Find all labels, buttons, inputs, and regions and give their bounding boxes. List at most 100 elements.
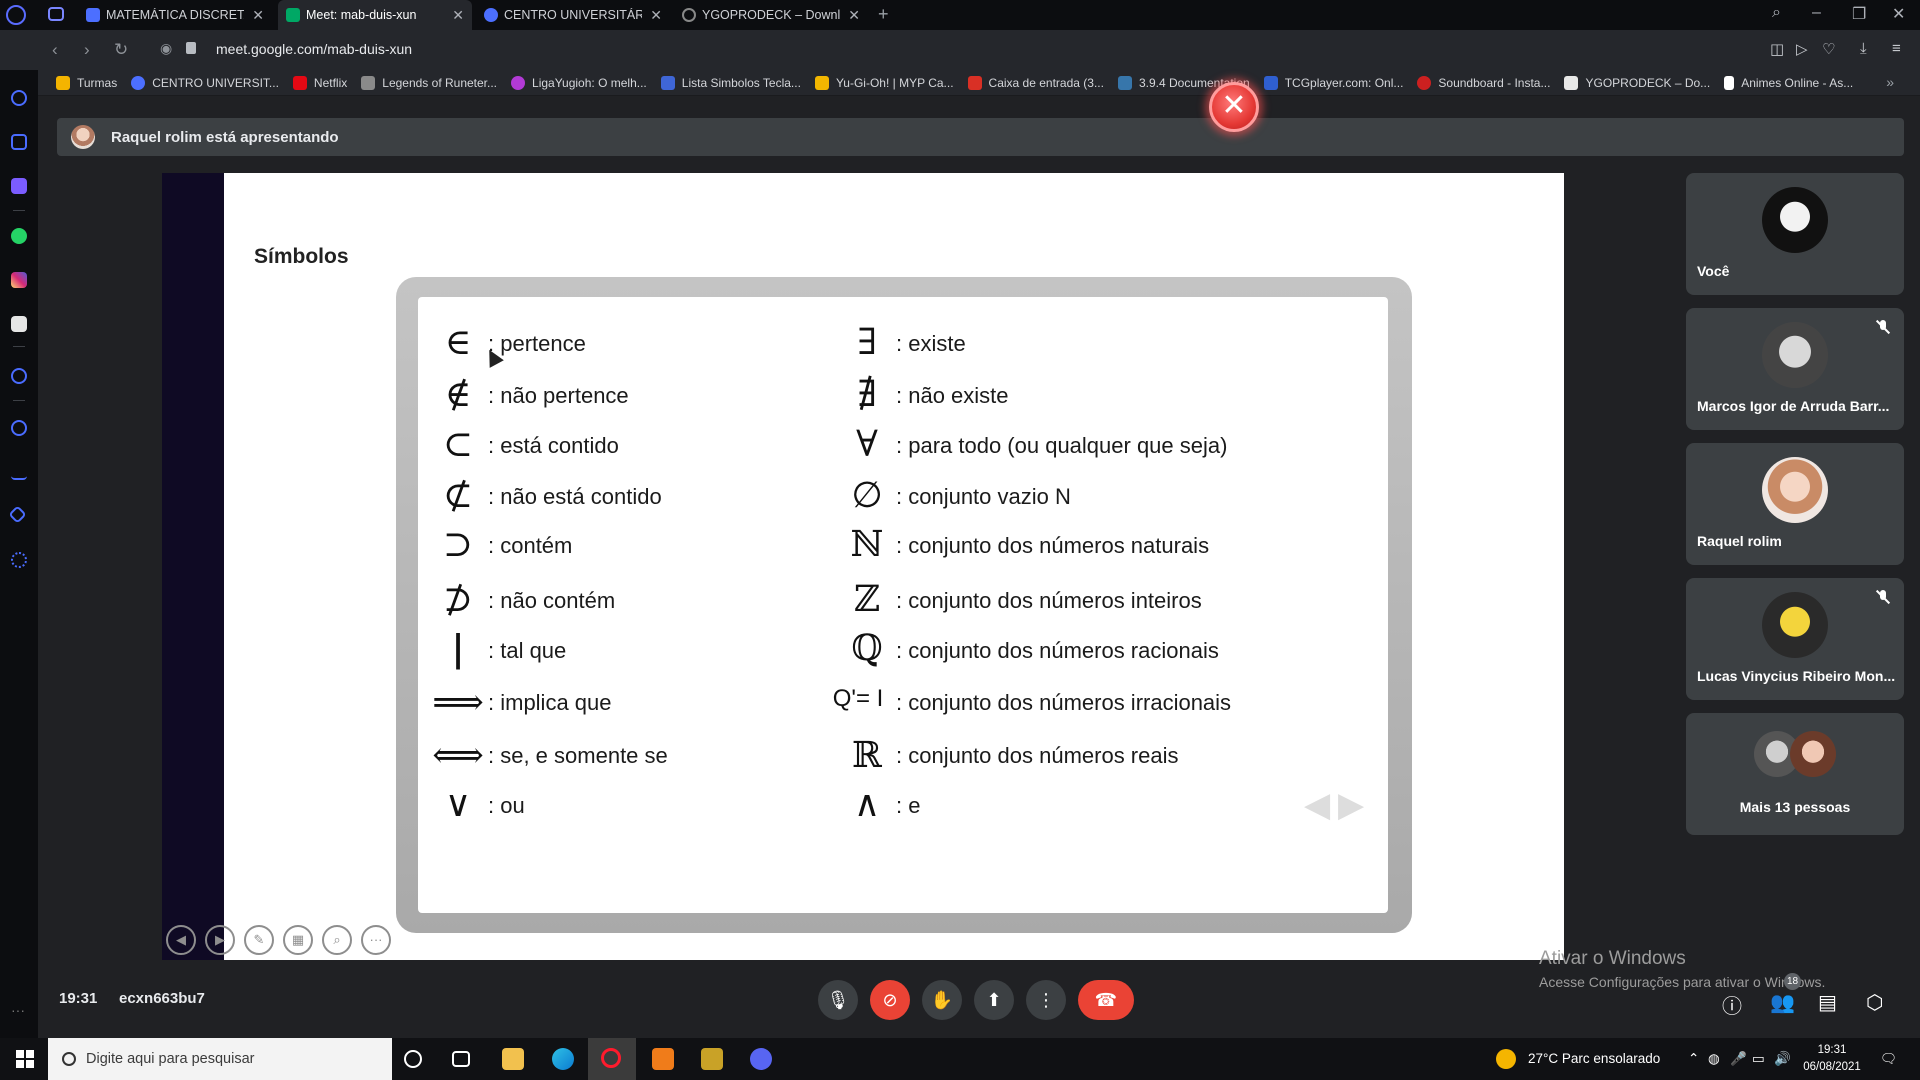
soundboard-icon: [1417, 75, 1432, 90]
opera-icon[interactable]: [601, 1048, 621, 1068]
zoom-icon[interactable]: ⌕: [322, 925, 352, 955]
close-tab-icon[interactable]: ✕: [452, 7, 464, 24]
crypto-wallet-icon[interactable]: [8, 505, 27, 524]
slide-next-arrow-icon[interactable]: ▶: [1338, 785, 1364, 825]
bookmark-item[interactable]: Netflix: [292, 75, 347, 90]
task-view-icon[interactable]: [452, 1051, 470, 1067]
mic-tray-icon[interactable]: 🎤: [1730, 1051, 1747, 1067]
history-icon[interactable]: [11, 420, 27, 436]
sidebar-more-icon[interactable]: ···: [11, 1003, 27, 1022]
snapshot-icon[interactable]: ◫: [1770, 40, 1784, 58]
participant-tile[interactable]: Você: [1686, 173, 1904, 295]
downloads-icon[interactable]: [11, 464, 27, 480]
taskbar-clock[interactable]: 19:31 06/08/2021: [1800, 1042, 1864, 1076]
meeting-details-icon[interactable]: ⓘ: [1722, 990, 1742, 1019]
notifications-icon[interactable]: 🗨: [1880, 1051, 1897, 1067]
edge-icon[interactable]: [552, 1048, 574, 1070]
bookmarks-overflow-icon[interactable]: »: [1886, 74, 1894, 90]
send-icon[interactable]: ▷: [1796, 40, 1808, 58]
slide-close-icon: ✕: [1209, 82, 1259, 132]
whatsapp-icon[interactable]: [11, 228, 27, 244]
raise-hand-button[interactable]: ✋: [922, 980, 962, 1020]
site-info-icon[interactable]: ◉: [160, 40, 172, 57]
workspace-icon[interactable]: [48, 7, 64, 21]
discord-taskbar-icon[interactable]: [750, 1048, 772, 1070]
avatar: [1762, 322, 1828, 388]
leave-call-button[interactable]: ☎: [1078, 980, 1134, 1020]
symbol-label: : conjunto dos números reais: [896, 743, 1179, 768]
bookmark-item[interactable]: Caixa de entrada (3...: [967, 75, 1104, 90]
bookmark-item[interactable]: Soundboard - Insta...: [1417, 75, 1550, 90]
forward-button[interactable]: ›: [84, 40, 90, 60]
participant-tile[interactable]: Raquel rolim: [1686, 443, 1904, 565]
symbol-label: : conjunto dos números racionais: [896, 638, 1219, 663]
microphone-button[interactable]: 🎙: [818, 980, 858, 1020]
tab-centro-universitario[interactable]: CENTRO UNIVERSITÁRIO F ✕: [476, 0, 670, 30]
loading-icon: [682, 8, 696, 22]
bookmark-item[interactable]: Legends of Runeter...: [361, 75, 497, 90]
bookmark-item[interactable]: CENTRO UNIVERSIT...: [131, 75, 279, 90]
people-icon[interactable]: 👥: [1770, 990, 1795, 1015]
settings-gear-icon[interactable]: [11, 552, 27, 568]
participant-tile[interactable]: Lucas Vinycius Ribeiro Mon...: [1686, 578, 1904, 700]
symbol-label: : contém: [488, 533, 573, 558]
bookmark-heart-icon[interactable]: ♡: [1822, 40, 1835, 58]
camera-off-button[interactable]: ⊘: [870, 980, 910, 1020]
file-explorer-icon[interactable]: [502, 1048, 524, 1070]
next-slide-icon[interactable]: ▶: [205, 925, 235, 955]
easy-setup-icon[interactable]: ≡: [1892, 40, 1901, 57]
audio-app-icon[interactable]: [652, 1048, 674, 1070]
network-icon[interactable]: ▭: [1752, 1051, 1765, 1067]
url-field[interactable]: meet.google.com/mab-duis-xun: [216, 41, 412, 57]
more-people-tile[interactable]: Mais 13 pessoas: [1686, 713, 1904, 835]
weather-text[interactable]: 27°C Parc ensolarado: [1528, 1051, 1660, 1066]
slides-grid-icon[interactable]: ▦: [283, 925, 313, 955]
bookmark-item[interactable]: YGOPRODECK – Do...: [1564, 75, 1710, 90]
opera-menu-icon[interactable]: [6, 5, 26, 25]
player-icon[interactable]: [11, 368, 27, 384]
bookmark-item[interactable]: Turmas: [56, 75, 117, 90]
new-tab-button[interactable]: +: [878, 4, 889, 25]
tray-overflow-icon[interactable]: ⌃: [1688, 1051, 1699, 1067]
speed-dial-icon[interactable]: [11, 90, 27, 106]
taskbar-search-box[interactable]: Digite aqui para pesquisar: [48, 1038, 392, 1080]
search-tabs-icon[interactable]: ⌕: [1772, 4, 1781, 22]
minimize-button[interactable]: –: [1812, 4, 1821, 22]
reload-button[interactable]: ↻: [114, 40, 128, 60]
activities-icon[interactable]: ⬡: [1866, 990, 1883, 1015]
windows-start-icon[interactable]: [16, 1050, 34, 1068]
more-options-button[interactable]: ⋮: [1026, 980, 1066, 1020]
league-icon[interactable]: [701, 1048, 723, 1070]
close-tab-icon[interactable]: ✕: [848, 7, 860, 24]
close-window-button[interactable]: ✕: [1892, 4, 1905, 24]
tab-matematica[interactable]: MATEMÁTICA DISCRETA 20 ✕: [78, 0, 272, 30]
symbols-panel-inner: ∈ : pertence ∉ : não pertence ⊂ : está c…: [418, 297, 1388, 913]
runeterra-icon: [361, 75, 376, 90]
slide-prev-arrow-icon[interactable]: ◀: [1304, 785, 1330, 825]
close-tab-icon[interactable]: ✕: [650, 7, 662, 24]
chat-icon[interactable]: ▤: [1818, 990, 1837, 1015]
bookmark-item[interactable]: TCGplayer.com: Onl...: [1263, 75, 1403, 90]
previous-slide-icon[interactable]: ◀: [166, 925, 196, 955]
more-options-icon[interactable]: ···: [361, 925, 391, 955]
twitch-icon[interactable]: [11, 178, 27, 194]
bookmark-item[interactable]: Yu-Gi-Oh! | MYP Ca...: [814, 75, 954, 90]
bookmark-item[interactable]: Animes Online - As...: [1724, 75, 1853, 90]
extensions-icon[interactable]: [11, 134, 27, 150]
back-button[interactable]: ‹: [52, 40, 58, 60]
bookmark-item[interactable]: LigaYugioh: O melh...: [511, 75, 647, 90]
restore-button[interactable]: ❐: [1852, 4, 1866, 24]
download-icon[interactable]: ⤓: [1860, 40, 1867, 57]
participant-tile[interactable]: Marcos Igor de Arruda Barr...: [1686, 308, 1904, 430]
discord-icon[interactable]: [11, 316, 27, 332]
tab-meet[interactable]: Meet: mab-duis-xun ✕: [278, 0, 472, 30]
instagram-icon[interactable]: [11, 272, 27, 288]
bookmark-item[interactable]: Lista Simbolos Tecla...: [660, 75, 801, 90]
tab-ygoprodeck[interactable]: YGOPRODECK – Download ✕: [674, 0, 868, 30]
cortana-icon[interactable]: [404, 1050, 422, 1068]
volume-icon[interactable]: 🔊: [1774, 1051, 1791, 1067]
present-now-button[interactable]: ⬆: [974, 980, 1014, 1020]
steam-tray-icon[interactable]: ◍: [1708, 1051, 1720, 1067]
pen-icon[interactable]: ✎: [244, 925, 274, 955]
close-tab-icon[interactable]: ✕: [252, 7, 264, 24]
